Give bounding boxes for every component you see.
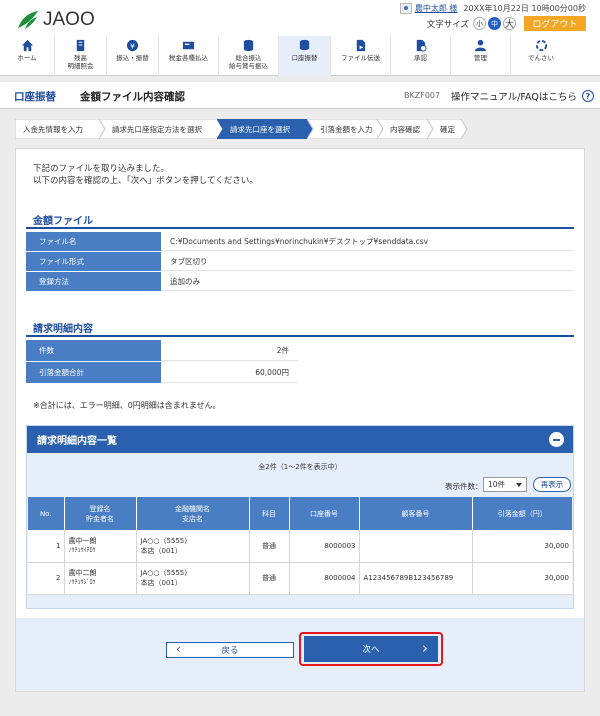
densai-icon [535, 39, 547, 52]
redisplay-button[interactable]: 再表示 [533, 477, 571, 492]
help-link[interactable]: 操作マニュアル/FAQはこちら? [451, 89, 594, 103]
back-button[interactable]: 戻る [166, 642, 294, 658]
step-indicator: 入金先情報を入力 請求先口座指定方法を選択 請求先口座を選択 引落金額を入力 内… [15, 119, 585, 139]
per-page-label: 表示件数： [445, 482, 483, 491]
register-method-value: 追加のみ [161, 272, 574, 291]
font-medium-button[interactable]: 中 [488, 17, 501, 30]
balance-icon [76, 39, 85, 52]
step-1: 入金先情報を入力 [15, 119, 105, 139]
file-format-value: タブ区切り [161, 252, 574, 271]
step-6: 確定 [427, 119, 468, 139]
page-title: 金額ファイル内容確認 [80, 91, 185, 103]
next-button[interactable]: 次へ [304, 636, 438, 662]
file-section-title: 金額ファイル [33, 216, 93, 227]
user-icon [399, 3, 412, 14]
login-datetime: 20XX年10月22日 10時00分00秒 [463, 4, 586, 13]
nav-bulk-transfer[interactable]: 総合振込 給与賞与振込 [219, 36, 279, 76]
table-header-row: No. 登録名 貯金者名 金融機関名 支店名 科目 口座番号 顧客番号 引落金額（円… [28, 497, 572, 530]
font-large-button[interactable]: 大 [503, 17, 516, 30]
register-method-row: 登録方法 追加のみ [26, 272, 574, 292]
admin-icon [474, 39, 487, 52]
main-panel: 下記のファイルを取り込みました。 以下の内容を確認の上、「次へ」ボタンを押してく… [15, 148, 585, 692]
file-transfer-icon [356, 39, 366, 52]
collapse-icon[interactable] [549, 432, 564, 447]
nav-home[interactable]: ホーム [0, 36, 55, 76]
total-value: 60,000円 [161, 362, 298, 383]
nav-admin[interactable]: 管理 [451, 36, 511, 76]
bulk-transfer-icon [243, 39, 254, 52]
total-row: 引落金額合計 60,000円 [26, 362, 298, 384]
user-name-link[interactable]: 農中太郎 様 [415, 3, 458, 14]
transfer-icon: ¥ [126, 39, 139, 52]
home-icon [21, 39, 33, 52]
step-3-current: 請求先口座を選択 [217, 119, 314, 139]
detail-list-panel: 請求明細内容一覧 全2件（1～2件を表示中） 表示件数： 10件 再表示 No.… [26, 425, 574, 609]
font-size-label: 文字サイズ [426, 19, 469, 30]
detail-table: No. 登録名 貯金者名 金融機関名 支店名 科目 口座番号 顧客番号 引落金額（円… [28, 497, 572, 595]
nav-densai[interactable]: でんさい [511, 36, 571, 76]
ja-leaf-icon [18, 11, 38, 29]
file-info-table: ファイル名 C:¥Documents and Settings¥norinchu… [26, 232, 574, 292]
global-nav: ホーム 残高 明細照会 ¥ 振込・振替 税金各種払込 総合振込 給与賞与振込 口… [0, 36, 600, 76]
step-2: 請求先口座指定方法を選択 [99, 119, 224, 139]
font-size-switcher: 文字サイズ 小 中 大 ログアウト [427, 16, 586, 31]
nav-account-transfer[interactable]: 口座振替 [279, 36, 331, 76]
svg-text:¥: ¥ [130, 41, 135, 50]
file-format-row: ファイル形式 タブ区切り [26, 252, 574, 272]
nav-tax[interactable]: 税金各種払込 [159, 36, 219, 76]
per-page-select[interactable]: 10件 [483, 477, 527, 492]
button-area: 戻る 次へ [16, 618, 584, 691]
account-transfer-icon [299, 39, 310, 51]
font-small-button[interactable]: 小 [473, 17, 486, 30]
ja-logo[interactable]: JAOO [16, 9, 95, 31]
logout-button[interactable]: ログアウト [524, 16, 586, 31]
total-note: ※合計には、エラー明細、0円明細は含まれません。 [33, 401, 221, 410]
file-name-row: ファイル名 C:¥Documents and Settings¥norinchu… [26, 232, 574, 252]
screen-id: BKZF007 [404, 91, 441, 100]
intro-message: 下記のファイルを取り込みました。 以下の内容を確認の上、「次へ」ボタンを押してく… [33, 164, 258, 186]
count-value: 2件 [161, 340, 298, 361]
nav-file-transfer[interactable]: ファイル伝送 [331, 36, 391, 76]
nav-transfer[interactable]: ¥ 振込・振替 [107, 36, 159, 76]
section-divider [26, 227, 574, 229]
logo-text: JAOO [43, 9, 95, 30]
nav-approval[interactable]: 承認 [391, 36, 451, 76]
page-title-bar: 口座振替 金額ファイル内容確認 BKZF007 操作マニュアル/FAQはこちら? [0, 82, 600, 109]
table-row: 1 農中一朗 ﾉｳﾁｭｳｲﾁﾛｳ JA○○（5555） 本店（001） 普通 800… [28, 530, 572, 563]
table-row: 2 農中二朗 ﾉｳﾁｭｳｼﾞﾛｳ JA○○（5555） 本店（001） 普通 800… [28, 562, 572, 595]
help-icon: ? [581, 90, 594, 102]
approval-icon [416, 39, 427, 52]
section-divider [26, 335, 574, 337]
nav-balance[interactable]: 残高 明細照会 [55, 36, 107, 76]
step-5: 内容確認 [377, 119, 434, 139]
user-info: 農中太郎 様 20XX年10月22日 10時00分00秒 [399, 3, 586, 14]
record-count: 全2件（1～2件を表示中） [258, 463, 342, 471]
tax-icon [182, 41, 195, 50]
step-4: 引落金額を入力 [307, 119, 384, 139]
summary-table: 件数 2件 引落金額合計 60,000円 [26, 340, 298, 384]
file-name-value: C:¥Documents and Settings¥norinchukin¥デス… [161, 232, 574, 251]
header: JAOO 農中太郎 様 20XX年10月22日 10時00分00秒 文字サイズ … [0, 0, 600, 36]
detail-list-header[interactable]: 請求明細内容一覧 [27, 426, 573, 453]
category-title: 口座振替 [14, 91, 56, 103]
summary-section-title: 請求明細内容 [33, 324, 93, 335]
count-row: 件数 2件 [26, 340, 298, 362]
